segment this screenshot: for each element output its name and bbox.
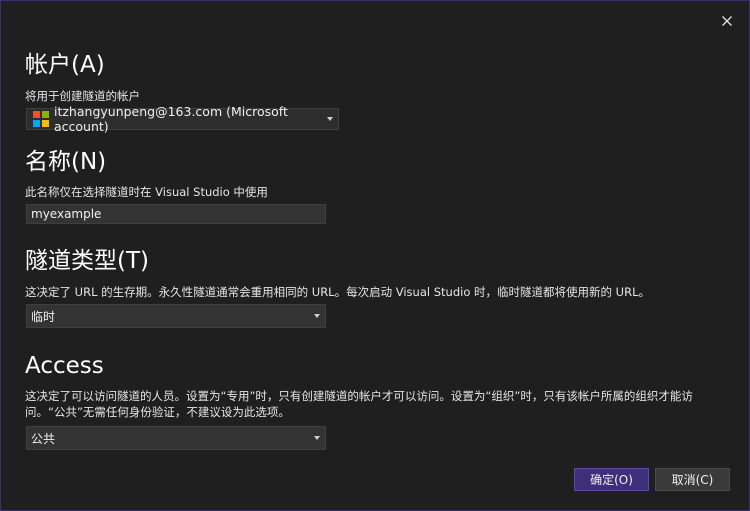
access-heading: Access <box>25 353 104 379</box>
close-button[interactable] <box>715 9 739 33</box>
account-dropdown[interactable]: itzhangyunpeng@163.com (Microsoft accoun… <box>26 104 339 134</box>
name-description: 此名称仅在选择隧道时在 Visual Studio 中使用 <box>25 185 268 199</box>
access-dropdown[interactable]: 公共 <box>26 426 326 450</box>
chevron-down-icon <box>314 436 320 440</box>
tunnel-type-dropdown-value: 临时 <box>31 309 56 324</box>
cancel-button[interactable]: 取消(C) <box>655 468 730 491</box>
account-heading: 帐户(A) <box>25 52 105 78</box>
tunnel-type-heading: 隧道类型(T) <box>25 248 149 274</box>
access-dropdown-value: 公共 <box>31 431 56 446</box>
chevron-down-icon <box>314 314 320 318</box>
create-tunnel-dialog: 帐户(A) 将用于创建隧道的帐户 itzhangyunpeng@163.com … <box>0 0 750 511</box>
chevron-down-icon <box>327 117 333 121</box>
ok-button[interactable]: 确定(O) <box>574 468 649 491</box>
microsoft-logo-icon <box>33 111 49 127</box>
tunnel-type-description: 这决定了 URL 的生存期。永久性隧道通常会重用相同的 URL。每次启动 Vis… <box>25 285 650 299</box>
name-heading: 名称(N) <box>25 149 107 175</box>
account-dropdown-value: itzhangyunpeng@163.com (Microsoft accoun… <box>54 104 288 134</box>
close-icon <box>722 16 732 26</box>
access-description-line2: 问。“公共”无需任何身份验证，不建议设为此选项。 <box>25 405 290 419</box>
tunnel-type-dropdown[interactable]: 临时 <box>26 304 326 328</box>
account-description: 将用于创建隧道的帐户 <box>25 89 140 103</box>
tunnel-name-input[interactable] <box>26 204 326 224</box>
